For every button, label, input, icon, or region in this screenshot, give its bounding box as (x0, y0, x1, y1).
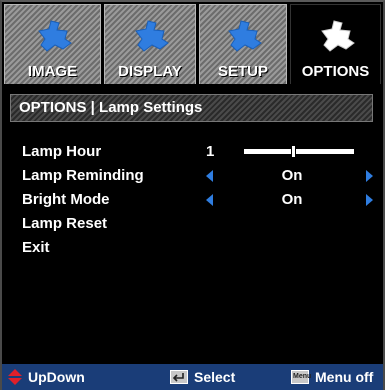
arrow-left-icon[interactable] (206, 194, 213, 206)
tab-setup[interactable]: SETUP (199, 4, 287, 84)
tab-image-label: IMAGE (27, 63, 78, 80)
help-menu-off-label: Menu off (315, 369, 374, 385)
tab-bar: IMAGE DISPLAY SETUP OPTIONS (4, 4, 381, 84)
puzzle-icon (320, 20, 355, 52)
menu-item-bright-mode[interactable]: Bright Mode On (22, 188, 373, 212)
puzzle-icon (135, 20, 169, 52)
arrow-left-icon[interactable] (206, 170, 213, 182)
help-updown-label: UpDown (28, 369, 85, 385)
lamp-hour-value: 1 (206, 143, 215, 160)
menu-key-icon: Menu (291, 370, 312, 384)
menu-item-lamp-hour[interactable]: Lamp Hour 1 (22, 140, 367, 164)
tab-setup-label: SETUP (217, 63, 268, 80)
updown-icon (8, 369, 22, 385)
puzzle-icon (37, 20, 72, 52)
lamp-reminding-value: On (281, 167, 303, 184)
menu-key-text: Menu (293, 373, 312, 380)
help-menu-off: Menu Menu off (291, 364, 373, 390)
bright-mode-value: On (281, 191, 303, 208)
menu-item-lamp-reset[interactable]: Lamp Reset (22, 212, 367, 236)
menu-item-label: Lamp Reminding (22, 167, 144, 184)
lamp-hour-bar-marker (291, 146, 296, 157)
menu-item-lamp-reminding[interactable]: Lamp Reminding On (22, 164, 373, 188)
tab-display[interactable]: DISPLAY (104, 4, 196, 84)
arrow-right-icon[interactable] (366, 170, 373, 182)
tab-options-label: OPTIONS (301, 63, 370, 80)
puzzle-icon (228, 20, 262, 52)
menu-item-label: Lamp Hour (22, 143, 102, 160)
breadcrumb: OPTIONS | Lamp Settings (10, 94, 373, 122)
menu-item-label: Bright Mode (22, 191, 110, 208)
menu-item-label: Lamp Reset (22, 215, 108, 232)
help-select-label: Select (194, 369, 236, 385)
enter-key-icon (170, 370, 188, 384)
lamp-hour-bar (244, 146, 354, 157)
menu-item-label: Exit (22, 239, 50, 256)
menu-item-exit[interactable]: Exit (22, 236, 367, 260)
tab-image[interactable]: IMAGE (4, 4, 101, 84)
osd-menu: IMAGE DISPLAY SETUP OPTIONS OPTIONS | La… (0, 0, 385, 390)
help-updown: UpDown (8, 364, 85, 390)
tab-options[interactable]: OPTIONS (290, 4, 381, 84)
help-bar: UpDown Select Menu Menu off (2, 364, 383, 390)
tab-display-label: DISPLAY (118, 63, 182, 80)
settings-menu: Lamp Hour 1 Lamp Reminding On Bright Mod… (22, 140, 373, 260)
arrow-right-icon[interactable] (366, 194, 373, 206)
help-select: Select (170, 364, 235, 390)
